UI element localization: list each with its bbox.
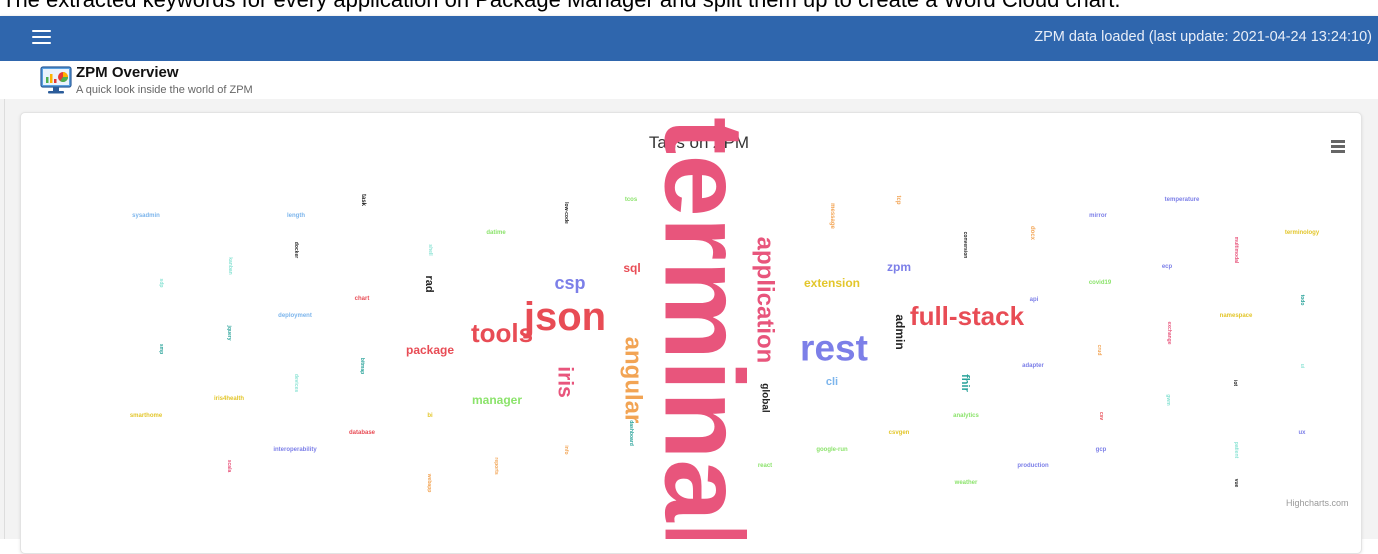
word-google-run[interactable]: google-run xyxy=(816,447,848,453)
word-reports[interactable]: reports xyxy=(493,457,499,474)
word-task[interactable]: task xyxy=(360,194,366,207)
word-csp[interactable]: csp xyxy=(554,273,585,293)
word-tcos[interactable]: tcos xyxy=(625,197,638,203)
word-deployment[interactable]: deployment xyxy=(278,313,312,319)
word-csv[interactable]: csv xyxy=(1098,412,1104,421)
word-fhir[interactable]: fhir xyxy=(959,374,971,392)
word-angular[interactable]: angular xyxy=(620,337,647,424)
word-global[interactable]: global xyxy=(760,383,771,413)
word-full-stack[interactable]: full-stack xyxy=(910,301,1025,331)
word-analytics[interactable]: analytics xyxy=(953,413,979,419)
word-sdp[interactable]: sdp xyxy=(158,279,164,288)
word-docx[interactable]: docx xyxy=(1029,226,1035,241)
word-patient[interactable]: patient xyxy=(1233,442,1239,459)
word-temperature[interactable]: temperature xyxy=(1165,197,1200,203)
word-kanban[interactable]: kanban xyxy=(227,257,233,275)
word-low-code[interactable]: low-code xyxy=(563,202,569,224)
word-exchange[interactable]: exchange xyxy=(1166,321,1172,344)
word-package[interactable]: package xyxy=(406,343,454,357)
word-weather[interactable]: weather xyxy=(954,480,978,486)
word-ui[interactable]: ui xyxy=(1299,364,1305,369)
word-tools[interactable]: tools xyxy=(471,318,533,348)
word-iris[interactable]: iris xyxy=(554,366,577,398)
word-rad[interactable]: rad xyxy=(423,275,435,292)
word-multimodal[interactable]: multimodal xyxy=(1233,237,1239,264)
word-dashboard[interactable]: dashboard xyxy=(628,420,634,446)
word-chart[interactable]: chart xyxy=(355,296,370,302)
word-interoperability[interactable]: interoperability xyxy=(273,447,317,453)
word-length[interactable]: length xyxy=(287,213,305,219)
word-rest[interactable]: rest xyxy=(800,328,868,369)
word-terminal[interactable]: terminal xyxy=(642,117,767,539)
word-production[interactable]: production xyxy=(1017,463,1049,469)
word-iot[interactable]: iot xyxy=(1232,380,1238,386)
word-json[interactable]: json xyxy=(523,295,606,339)
word-namespace[interactable]: namespace xyxy=(1220,313,1253,319)
word-admin[interactable]: admin xyxy=(893,314,907,349)
word-zpm[interactable]: zpm xyxy=(887,260,911,274)
word-smp[interactable]: smp xyxy=(158,344,164,354)
word-extension[interactable]: extension xyxy=(804,276,860,290)
word-adapter[interactable]: adapter xyxy=(1022,363,1044,369)
highcharts-credits-link[interactable]: Highcharts.com xyxy=(1286,498,1349,508)
word-ux[interactable]: ux xyxy=(1298,430,1306,436)
word-gwm[interactable]: gwm xyxy=(1165,394,1171,406)
word-application[interactable]: application xyxy=(752,237,779,364)
word-shell[interactable]: shell xyxy=(427,244,433,256)
word-terminology[interactable]: terminology xyxy=(1285,230,1320,236)
word-webapp[interactable]: webapp xyxy=(426,473,432,493)
word-database[interactable]: database xyxy=(349,430,376,436)
word-todo[interactable]: todo xyxy=(1299,295,1305,306)
word-bi[interactable]: bi xyxy=(427,413,433,419)
word-sql[interactable]: sql xyxy=(623,261,640,275)
word-manager[interactable]: manager xyxy=(472,393,522,407)
word-api[interactable]: api xyxy=(1030,297,1039,303)
word-datime[interactable]: datime xyxy=(486,230,506,236)
word-jquery[interactable]: jquery xyxy=(226,324,232,340)
word-cloud: terminal json rest application full-stack ang… xyxy=(130,117,1320,539)
word-devices[interactable]: devices xyxy=(293,374,299,393)
word-crud[interactable]: crud xyxy=(1096,345,1102,356)
word-ecp[interactable]: ecp xyxy=(1162,264,1173,270)
word-mirror[interactable]: mirror xyxy=(1089,213,1107,219)
word-docker[interactable]: docker xyxy=(293,242,299,258)
word-message[interactable]: message xyxy=(829,203,835,229)
word-sysadmin[interactable]: sysadmin xyxy=(132,213,160,219)
word-cli[interactable]: cli xyxy=(826,376,838,388)
word-vue[interactable]: vue xyxy=(1233,479,1239,488)
word-conversion[interactable]: conversion xyxy=(962,232,968,259)
word-iris4health[interactable]: iris4health xyxy=(214,396,244,402)
word-smarthome[interactable]: smarthome xyxy=(130,413,163,419)
word-react[interactable]: react xyxy=(758,463,772,469)
word-gcp[interactable]: gcp xyxy=(1096,447,1107,453)
word-info[interactable]: info xyxy=(563,445,569,454)
word-bitmap[interactable]: bitmap xyxy=(359,358,365,374)
word-covid19[interactable]: covid19 xyxy=(1089,280,1112,286)
word-csvgen[interactable]: csvgen xyxy=(889,430,910,436)
word-tcp[interactable]: tcp xyxy=(895,196,901,205)
word-scala[interactable]: scala xyxy=(226,460,232,473)
